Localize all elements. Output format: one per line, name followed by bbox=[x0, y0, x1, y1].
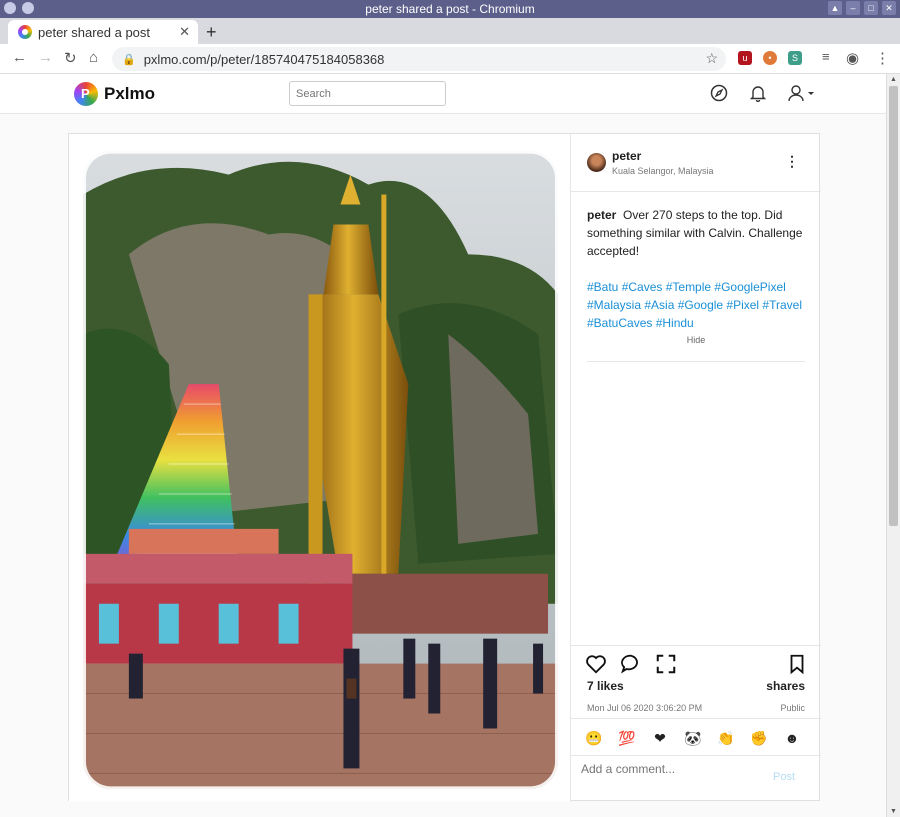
site-logo[interactable]: Pxlmo bbox=[74, 82, 155, 106]
logo-mark-icon bbox=[74, 82, 98, 106]
fox-extension-icon[interactable]: • bbox=[763, 51, 777, 65]
hide-caption-link[interactable]: Hide bbox=[571, 335, 821, 345]
post-side-panel: peter Kuala Selangor, Malaysia ⋮ peter O… bbox=[571, 134, 821, 802]
post-timestamp: Mon Jul 06 2020 3:06:20 PM bbox=[587, 703, 703, 713]
back-icon[interactable]: ← bbox=[12, 49, 27, 66]
avatar[interactable] bbox=[587, 153, 606, 172]
author-username[interactable]: peter bbox=[612, 149, 641, 163]
tab-title: peter shared a post bbox=[38, 24, 151, 40]
post-visibility: Public bbox=[780, 703, 805, 713]
ublock-extension-icon[interactable]: u bbox=[738, 51, 752, 65]
tab-close-icon[interactable]: ✕ bbox=[179, 24, 190, 40]
favicon-icon bbox=[18, 25, 32, 39]
new-tab-button[interactable]: + bbox=[206, 22, 217, 43]
lock-icon: 🔒 bbox=[122, 53, 136, 66]
explore-compass-icon[interactable] bbox=[710, 84, 728, 102]
home-icon[interactable]: ⌂ bbox=[89, 49, 98, 66]
bookmark-icon[interactable] bbox=[786, 653, 808, 675]
window-maximize-button[interactable]: □ bbox=[864, 1, 878, 15]
reaction-bar: 😬 💯 ❤ 🐼 👏 ✊ ☻ bbox=[571, 718, 821, 756]
fullscreen-icon[interactable] bbox=[655, 653, 677, 675]
page-scrollbar[interactable]: ▲ ▼ bbox=[886, 74, 900, 817]
caption-username[interactable]: peter bbox=[587, 208, 616, 222]
forward-icon[interactable]: → bbox=[38, 49, 53, 66]
bookmark-star-icon[interactable]: ☆ bbox=[705, 50, 718, 67]
media-list-icon[interactable]: ≡ bbox=[822, 49, 830, 64]
likes-count[interactable]: 7 likes bbox=[587, 679, 624, 693]
panda-emoji-icon[interactable]: 🐼 bbox=[684, 729, 702, 747]
comment-bubble-icon[interactable] bbox=[620, 653, 642, 675]
post-comment-button[interactable]: Post bbox=[773, 771, 795, 783]
reload-icon[interactable]: ↻ bbox=[64, 49, 77, 67]
fist-emoji-icon[interactable]: ✊ bbox=[750, 729, 768, 747]
user-menu-icon[interactable] bbox=[787, 84, 817, 102]
scroll-up-arrow-icon[interactable]: ▲ bbox=[890, 76, 897, 83]
window-up-button[interactable]: ▲ bbox=[828, 1, 842, 15]
window-close-button[interactable]: ✕ bbox=[882, 1, 896, 15]
notifications-bell-icon[interactable] bbox=[749, 84, 767, 102]
window-minimize-button[interactable]: – bbox=[846, 1, 860, 15]
s-extension-icon[interactable]: S bbox=[788, 51, 802, 65]
browser-toolbar: ← → ↻ ⌂ 🔒 pxlmo.com/p/peter/185740475184… bbox=[0, 44, 900, 74]
scroll-down-arrow-icon[interactable]: ▼ bbox=[890, 808, 897, 815]
blob-emoji-icon[interactable]: ☻ bbox=[783, 729, 801, 747]
search-input[interactable] bbox=[289, 81, 446, 106]
more-options-icon[interactable]: ⋮ bbox=[785, 153, 799, 170]
like-heart-icon[interactable] bbox=[585, 653, 607, 675]
url-text: pxlmo.com/p/peter/185740475184058368 bbox=[143, 51, 385, 67]
heart-emoji-icon[interactable]: ❤ bbox=[651, 729, 669, 747]
grimace-emoji-icon[interactable]: 😬 bbox=[585, 729, 603, 747]
post-image[interactable] bbox=[69, 134, 571, 802]
tab-bar: peter shared a post ✕ + bbox=[0, 18, 900, 44]
window-title-bar: peter shared a post - Chromium ▲ – □ ✕ bbox=[0, 0, 900, 18]
post-hashtags[interactable]: #Batu #Caves #Temple #GooglePixel #Malay… bbox=[587, 278, 809, 332]
divider bbox=[587, 361, 805, 362]
hundred-emoji-icon[interactable]: 💯 bbox=[618, 729, 636, 747]
clap-emoji-icon[interactable]: 👏 bbox=[717, 729, 735, 747]
window-title: peter shared a post - Chromium bbox=[365, 2, 535, 16]
address-bar[interactable]: 🔒 pxlmo.com/p/peter/185740475184058368 ☆ bbox=[112, 47, 726, 71]
post-location[interactable]: Kuala Selangor, Malaysia bbox=[612, 166, 714, 176]
shares-count[interactable]: shares bbox=[766, 679, 805, 693]
site-header: Pxlmo bbox=[0, 74, 886, 114]
post-author-header: peter Kuala Selangor, Malaysia ⋮ bbox=[571, 134, 821, 192]
comment-input[interactable] bbox=[581, 762, 751, 776]
post-caption: peter Over 270 steps to the top. Did som… bbox=[587, 206, 809, 260]
post-card: peter Kuala Selangor, Malaysia ⋮ peter O… bbox=[68, 133, 821, 802]
caption-text: Over 270 steps to the top. Did something… bbox=[587, 208, 803, 258]
menu-dots-icon[interactable]: ⋮ bbox=[875, 49, 890, 67]
scrollbar-thumb[interactable] bbox=[889, 86, 898, 526]
logo-text: Pxlmo bbox=[104, 84, 156, 103]
profile-icon[interactable]: ◉ bbox=[846, 49, 859, 67]
browser-tab[interactable]: peter shared a post ✕ bbox=[8, 20, 198, 44]
